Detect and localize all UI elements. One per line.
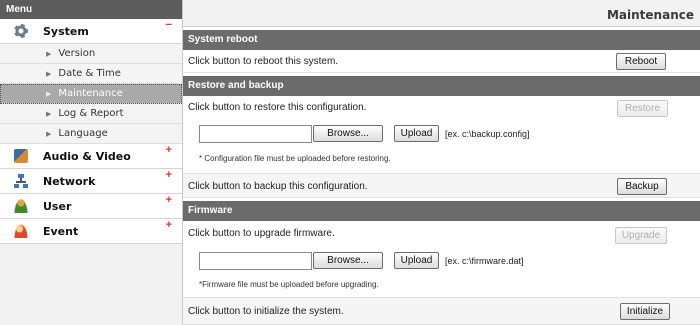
sidebar-item-label: Version (58, 48, 96, 59)
sidebar-item-label: Maintenance (58, 88, 123, 99)
restore-row: Click button to restore this configurati… (183, 96, 700, 174)
sidebar-item-label: Date & Time (58, 68, 121, 79)
sidebar-category-user[interactable]: User + (0, 194, 182, 219)
reboot-text: Click button to reboot this system. (188, 56, 339, 67)
firmware-upload-button[interactable]: Upload (394, 252, 439, 269)
expand-icon: + (165, 219, 172, 231)
sidebar-item-label: Language (58, 128, 108, 139)
expand-icon: + (165, 169, 172, 181)
expand-icon: + (165, 194, 172, 206)
category-label: User (43, 199, 72, 213)
initialize-row: Click button to initialize the system. I… (183, 298, 700, 325)
restore-browse-button[interactable]: Browse... (313, 125, 383, 142)
restore-note: * Configuration file must be uploaded be… (199, 154, 391, 163)
collapse-icon: − (165, 19, 172, 31)
firmware-browse-button[interactable]: Browse... (313, 252, 383, 269)
firmware-note: *Firmware file must be uploaded before u… (199, 280, 379, 289)
restore-upload-button[interactable]: Upload (394, 125, 439, 142)
upgrade-button[interactable]: Upgrade (615, 227, 667, 244)
sidebar-category-network[interactable]: Network + (0, 169, 182, 194)
audio-video-icon (14, 149, 28, 163)
sidebar-item-log-report[interactable]: ▶ Log & Report (0, 104, 182, 124)
restore-text: Click button to restore this configurati… (188, 102, 367, 113)
firmware-path-example: [ex. c:\firmware.dat] (445, 256, 524, 266)
category-label: Network (43, 174, 96, 188)
network-icon (14, 174, 28, 188)
triangle-right-icon: ▶ (46, 109, 52, 118)
user-icon (14, 199, 28, 213)
sidebar-category-audio-video[interactable]: Audio & Video + (0, 144, 182, 169)
section-header-restore-backup: Restore and backup (183, 76, 700, 96)
reboot-row: Click button to reboot this system. Rebo… (183, 50, 700, 73)
section-header-system-reboot: System reboot (183, 30, 700, 50)
triangle-right-icon: ▶ (46, 49, 52, 58)
sidebar-item-maintenance[interactable]: ▶ Maintenance (0, 84, 182, 104)
sidebar-item-label: Log & Report (58, 108, 124, 119)
expand-icon: + (165, 144, 172, 156)
menu-header: Menu (0, 0, 182, 19)
sidebar-menu: Menu System − ▶ Version ▶ Date & Time ▶ … (0, 0, 183, 325)
firmware-text: Click button to upgrade firmware. (188, 228, 335, 239)
event-icon (14, 224, 28, 238)
firmware-file-path-input[interactable] (199, 252, 312, 270)
category-label: System (43, 24, 89, 38)
triangle-right-icon: ▶ (46, 69, 52, 78)
section-header-firmware: Firmware (183, 201, 700, 221)
triangle-right-icon: ▶ (46, 89, 52, 98)
sidebar-category-event[interactable]: Event + (0, 219, 182, 244)
triangle-right-icon: ▶ (46, 129, 52, 138)
page-title: Maintenance (606, 8, 694, 22)
restore-path-example: [ex. c:\backup.config] (445, 129, 530, 139)
sidebar-item-date-time[interactable]: ▶ Date & Time (0, 64, 182, 84)
sidebar-item-language[interactable]: ▶ Language (0, 124, 182, 144)
backup-row: Click button to backup this configuratio… (183, 174, 700, 198)
gear-icon (14, 24, 28, 38)
firmware-row: Click button to upgrade firmware. Upgrad… (183, 221, 700, 298)
initialize-button[interactable]: Initialize (620, 303, 670, 320)
main-panel: Maintenance System reboot Click button t… (183, 0, 700, 325)
restore-file-path-input[interactable] (199, 125, 312, 143)
category-label: Event (43, 224, 79, 238)
sidebar-item-version[interactable]: ▶ Version (0, 44, 182, 64)
title-bar: Maintenance (183, 0, 700, 27)
reboot-button[interactable]: Reboot (616, 53, 666, 70)
backup-button[interactable]: Backup (617, 178, 667, 195)
sidebar-category-system[interactable]: System − (0, 19, 182, 44)
initialize-text: Click button to initialize the system. (188, 306, 344, 317)
restore-button[interactable]: Restore (617, 100, 668, 117)
category-label: Audio & Video (43, 149, 131, 163)
backup-text: Click button to backup this configuratio… (188, 181, 368, 192)
